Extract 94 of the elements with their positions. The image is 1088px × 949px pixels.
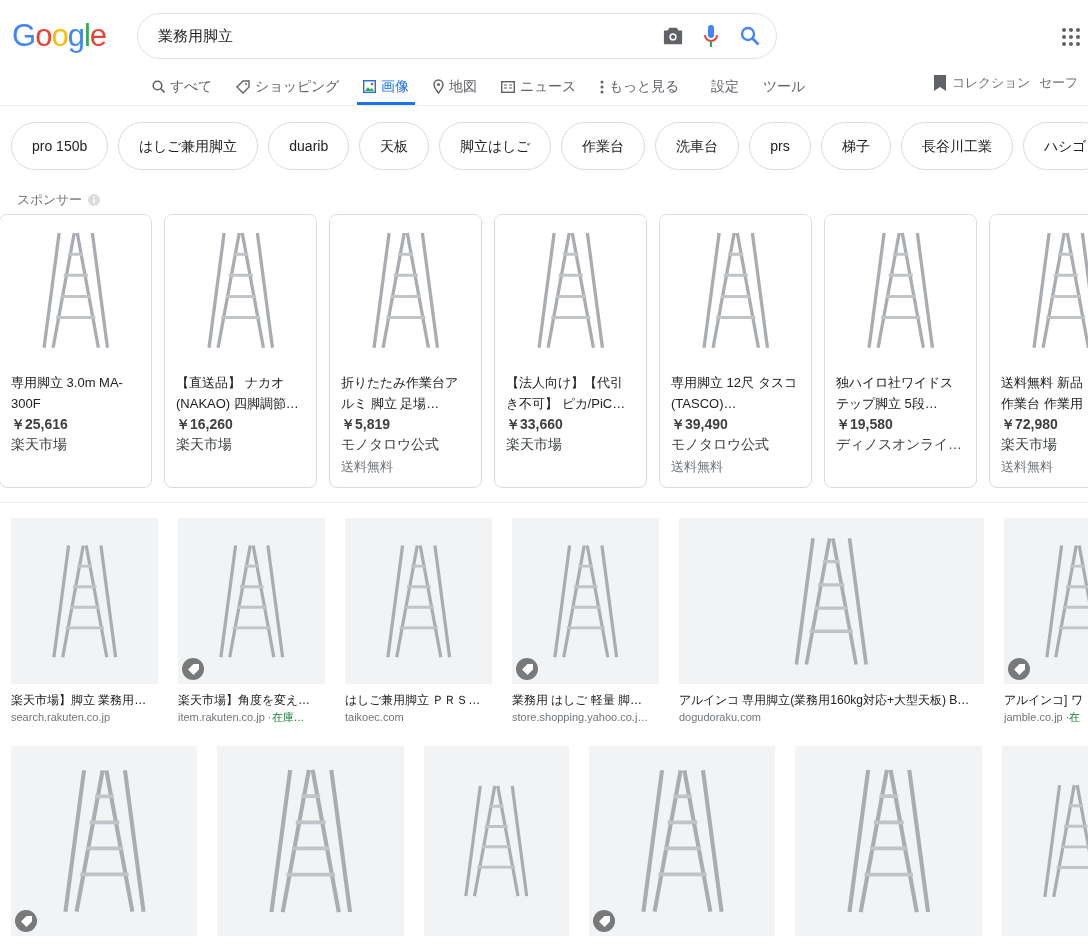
store-name: 楽天市場 — [176, 435, 233, 454]
product-title: 独ハイロ社ワイドステップ脚立 5段… — [836, 374, 954, 413]
product-title: 専用脚立 12尺 タスコ(TASCO)… — [671, 374, 798, 413]
product-price: ￥39,490 — [671, 415, 729, 434]
store-name: ディノスオンライ… — [836, 435, 963, 454]
tag-icon — [187, 663, 199, 675]
apps-grid-icon[interactable] — [1062, 28, 1080, 46]
product-card[interactable]: 送料無料 新品作業台 作業用 ￥72,980 楽天市場 送料無料 — [989, 214, 1088, 488]
suggestion-chip[interactable]: 脚立はしご — [439, 122, 552, 170]
suggestion-chip[interactable]: prs — [749, 122, 811, 170]
photo-placeholder[interactable] — [512, 518, 659, 684]
map-pin-icon — [433, 79, 444, 94]
nav-tab[interactable]: ツール — [757, 72, 811, 105]
product-title: 【直送品】 ナカオ (NAKAO) 四脚調節… — [176, 374, 300, 413]
product-card[interactable]: 専用脚立 12尺 タスコ(TASCO)… ￥39,490 モノタロウ公式 送料無料 — [659, 214, 812, 488]
shipping-note: 送料無料 — [671, 458, 724, 476]
sponsored-label: スポンサー — [17, 191, 82, 210]
microphone-icon[interactable] — [704, 24, 718, 48]
info-icon[interactable] — [88, 194, 100, 206]
shipping-note: 送料無料 — [341, 458, 394, 476]
search-icon — [152, 80, 165, 93]
product-card[interactable]: 折りたたみ作業台アルミ 脚立 足場… ￥5,819 モノタロウ公式 送料無料 — [329, 214, 482, 488]
result-title: アルインコ 専用脚立(業務用160kg対応+大型天板) B… — [679, 692, 971, 709]
nav-tab[interactable]: もっと見る — [594, 72, 685, 105]
safesearch-link[interactable]: セーフ — [1039, 73, 1078, 93]
product-title: 専用脚立 3.0m MA-300F — [11, 374, 124, 413]
photo-placeholder[interactable] — [589, 746, 775, 936]
result-title: はしご兼用脚立 ＰＲＳ… — [345, 692, 482, 709]
suggestion-chip[interactable]: 作業台 — [561, 122, 646, 170]
result-title: 楽天市場】脚立 業務用… — [11, 692, 148, 709]
source-domain: search.rakuten.co.jp — [11, 710, 111, 725]
product-price: ￥25,616 — [11, 415, 69, 434]
store-name: 楽天市場 — [1001, 435, 1058, 454]
stock-status: 在 — [1069, 710, 1081, 725]
suggestion-chip[interactable]: pro 150b — [11, 122, 109, 170]
nav-tab[interactable]: 地図 — [427, 72, 483, 105]
suggestion-chip[interactable]: 洗車台 — [655, 122, 740, 170]
tag-icon — [236, 79, 250, 94]
product-title: 送料無料 新品作業台 作業用 — [1001, 374, 1084, 413]
photo-placeholder[interactable] — [178, 518, 325, 684]
suggestion-chip[interactable]: 天板 — [359, 122, 430, 170]
suggestion-chip[interactable]: ハシゴ — [1022, 122, 1088, 170]
tag-icon — [20, 915, 32, 927]
product-card[interactable]: 専用脚立 3.0m MA-300F ￥25,616 楽天市場 — [0, 214, 152, 488]
nav-tab[interactable]: ショッピング — [230, 72, 345, 105]
nav-tab[interactable]: ニュース — [495, 72, 582, 105]
tag-icon — [521, 663, 533, 675]
product-price: ￥19,580 — [836, 415, 894, 434]
suggestion-chip[interactable]: duarib — [268, 122, 350, 170]
tag-icon — [598, 915, 610, 927]
source-domain: store.shopping.yahoo.co.j… — [512, 710, 649, 725]
source-domain: jamble.co.jp · — [1004, 710, 1070, 725]
collections-link[interactable]: コレクション — [952, 73, 1030, 93]
product-card[interactable]: 【直送品】 ナカオ (NAKAO) 四脚調節… ￥16,260 楽天市場 — [164, 214, 317, 488]
product-price: ￥16,260 — [176, 415, 234, 434]
suggestion-chip[interactable]: 長谷川工業 — [900, 122, 1013, 170]
photo-placeholder[interactable] — [795, 746, 982, 936]
photo-placeholder[interactable] — [345, 518, 492, 684]
product-title: 折りたたみ作業台アルミ 脚立 足場… — [341, 374, 459, 413]
store-name: 楽天市場 — [506, 435, 563, 454]
news-icon — [501, 80, 515, 93]
result-title: 業務用 はしご 軽量 脚… — [512, 692, 643, 709]
photo-placeholder[interactable] — [217, 746, 404, 936]
source-domain: dogudoraku.com — [679, 710, 761, 725]
search-icon[interactable] — [740, 26, 760, 46]
camera-icon[interactable] — [662, 26, 684, 46]
photo-placeholder[interactable] — [11, 518, 158, 684]
nav-tab[interactable]: すべて — [146, 72, 218, 105]
store-name: 楽天市場 — [11, 435, 68, 454]
suggestion-chip[interactable]: はしご兼用脚立 — [118, 122, 259, 170]
shipping-note: 送料無料 — [1001, 458, 1054, 476]
product-card[interactable]: 【法人向け】【代引き不可】 ピカ/PiC… ￥33,660 楽天市場 — [494, 214, 647, 488]
store-name: モノタロウ公式 — [671, 435, 770, 454]
nav-tab[interactable]: 設定 — [705, 72, 745, 105]
photo-placeholder[interactable] — [11, 746, 197, 936]
nav-tab[interactable]: 画像 — [357, 72, 415, 105]
store-name: モノタロウ公式 — [341, 435, 440, 454]
result-title: 楽天市場】角度を変え… — [178, 692, 311, 709]
source-domain: taikoec.com — [345, 710, 404, 725]
photo-placeholder[interactable] — [679, 518, 984, 684]
source-domain: item.rakuten.co.jp · — [178, 710, 272, 725]
product-price: ￥5,819 — [341, 415, 392, 434]
photo-placeholder[interactable] — [424, 746, 569, 936]
product-card[interactable]: 独ハイロ社ワイドステップ脚立 5段… ￥19,580 ディノスオンライ… — [824, 214, 977, 488]
suggestion-chip[interactable]: 梯子 — [820, 122, 891, 170]
image-icon — [363, 80, 376, 93]
google-logo[interactable]: Google — [12, 12, 112, 60]
product-price: ￥72,980 — [1001, 415, 1059, 434]
bookmark-icon — [933, 73, 947, 92]
product-title: 【法人向け】【代引き不可】 ピカ/PiC… — [506, 374, 627, 413]
product-price: ￥33,660 — [506, 415, 564, 434]
tag-icon — [1013, 663, 1025, 675]
result-title: アルインコ] ワ — [1004, 692, 1084, 709]
more-icon — [600, 79, 604, 94]
